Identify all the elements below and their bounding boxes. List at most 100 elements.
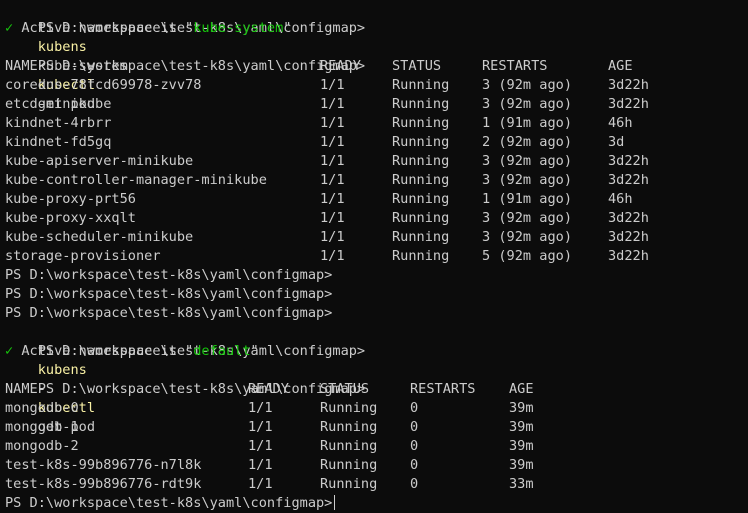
pod-age: 3d22h [608,96,649,112]
table-header: NAME READY STATUS RESTARTS AGE [0,380,748,399]
prompt-line: PS D:\workspace\test-k8s\yaml\configmap> [0,266,748,285]
pod-restarts: 3 (92m ago) [482,96,573,112]
pod-status: Running [392,229,450,245]
pod-name: etcd-minikube [5,96,112,112]
message-prefix: Active namespace is " [21,20,194,36]
table-row: kube-apiserver-minikube 1/1 Running 3 (92m … [0,152,748,171]
pod-age: 3d22h [608,153,649,169]
pod-ready: 1/1 [320,115,345,131]
pod-age: 3d22h [608,210,649,226]
prompt: PS D:\workspace\test-k8s\yaml\configmap> [5,495,333,511]
table-row: etcd-minikube 1/1 Running 3 (92m ago) 3d22h [0,95,748,114]
pod-ready: 1/1 [248,419,273,435]
check-icon: ✓ [5,20,14,36]
pod-name: test-k8s-99b896776-rdt9k [5,476,202,492]
header-age: AGE [608,58,633,74]
pod-table-kube-system: NAME READY STATUS RESTARTS AGE coredns-78fcd… [0,57,748,266]
table-row: storage-provisioner 1/1 Running 5 (92m ago)… [0,247,748,266]
table-row: mongodb-1 1/1 Running 0 39m [0,418,748,437]
table-row: kube-proxy-xxqlt 1/1 Running 3 (92m ago) 3d2… [0,209,748,228]
pod-name: kindnet-fd5gq [5,134,112,150]
table-header: NAME READY STATUS RESTARTS AGE [0,57,748,76]
message-suffix: " [283,20,292,36]
header-status: STATUS [392,58,442,74]
pod-status: Running [392,210,450,226]
namespace-message: ✓ Active namespace is "default" [0,342,748,361]
pod-ready: 1/1 [320,153,345,169]
table-row: kube-proxy-prt56 1/1 Running 1 (91m ago) 46h [0,190,748,209]
pod-restarts: 3 (92m ago) [482,153,573,169]
table-row: kube-controller-manager-minikube 1/1 Runni… [0,171,748,190]
prompt: PS D:\workspace\test-k8s\yaml\configmap> [5,267,333,283]
namespace-name: kube-system [193,20,284,36]
table-row: test-k8s-99b896776-rdt9k 1/1 Running 0 33m [0,475,748,494]
terminal-window[interactable]: PS D:\workspace\test-k8s\yaml\configmap>… [0,0,748,513]
pod-age: 39m [509,419,534,435]
pod-status: Running [392,191,450,207]
prompt-line: PS D:\workspace\test-k8s\yaml\configmap>… [0,323,748,397]
prompt-line: PS D:\workspace\test-k8s\yaml\configmap>… [0,0,748,74]
header-name: NAME [5,381,38,397]
pod-name: kube-apiserver-minikube [5,153,194,169]
pod-restarts: 0 [410,400,419,416]
pod-ready: 1/1 [320,77,345,93]
pod-name: kube-proxy-xxqlt [5,210,136,226]
pod-restarts: 1 (91m ago) [482,115,573,131]
pod-status: Running [320,419,378,435]
pod-restarts: 0 [410,457,419,473]
pod-name: test-k8s-99b896776-n7l8k [5,457,202,473]
pod-ready: 1/1 [320,210,345,226]
pod-restarts: 2 (92m ago) [482,134,573,150]
pod-age: 3d22h [608,229,649,245]
prompt-line: PS D:\workspace\test-k8s\yaml\configmap>… [0,38,748,112]
pod-table-default: NAME READY STATUS RESTARTS AGE mongodb-0 1/1 R… [0,380,748,494]
pod-name: kube-scheduler-minikube [5,229,194,245]
pod-restarts: 1 (91m ago) [482,191,573,207]
pod-name: storage-provisioner [5,248,161,264]
pod-status: Running [392,134,450,150]
pod-ready: 1/1 [248,476,273,492]
header-age: AGE [509,381,534,397]
header-restarts: RESTARTS [482,58,548,74]
prompt-line: PS D:\workspace\test-k8s\yaml\configmap>… [0,361,748,435]
pod-name: mongodb-1 [5,419,79,435]
pod-status: Running [392,77,450,93]
namespace-message: ✓ Active namespace is "kube-system" [0,19,748,38]
pod-status: Running [320,457,378,473]
pod-ready: 1/1 [320,172,345,188]
pod-restarts: 0 [410,438,419,454]
pod-name: kube-proxy-prt56 [5,191,136,207]
pod-name: mongodb-0 [5,400,79,416]
check-icon: ✓ [5,343,14,359]
pod-ready: 1/1 [320,248,345,264]
message-prefix: Active namespace is " [21,343,194,359]
pod-restarts: 3 (92m ago) [482,229,573,245]
header-name: NAME [5,58,38,74]
prompt-line: PS D:\workspace\test-k8s\yaml\configmap> [0,285,748,304]
text-cursor[interactable] [334,495,336,510]
pod-name: coredns-78fcd69978-zvv78 [5,77,202,93]
pod-ready: 1/1 [320,191,345,207]
pod-ready: 1/1 [320,134,345,150]
prompt: PS D:\workspace\test-k8s\yaml\configmap> [5,305,333,321]
pod-age: 3d22h [608,172,649,188]
pod-ready: 1/1 [320,229,345,245]
table-row: kindnet-4rbrr 1/1 Running 1 (91m ago) 46h [0,114,748,133]
pod-age: 39m [509,457,534,473]
prompt: PS D:\workspace\test-k8s\yaml\configmap> [5,286,333,302]
pod-age: 3d22h [608,248,649,264]
pod-status: Running [320,438,378,454]
pod-age: 46h [608,191,633,207]
prompt-line: PS D:\workspace\test-k8s\yaml\configmap> [0,304,748,323]
table-row: test-k8s-99b896776-n7l8k 1/1 Running 0 39m [0,456,748,475]
pod-restarts: 3 (92m ago) [482,77,573,93]
table-row: coredns-78fcd69978-zvv78 1/1 Running 3 (92m… [0,76,748,95]
pod-restarts: 0 [410,476,419,492]
pod-restarts: 0 [410,419,419,435]
pod-age: 46h [608,115,633,131]
pod-name: kube-controller-manager-minikube [5,172,267,188]
pod-age: 33m [509,476,534,492]
command-name: kubens [37,362,87,378]
active-prompt-line[interactable]: PS D:\workspace\test-k8s\yaml\configmap> [0,494,748,513]
pod-status: Running [392,96,450,112]
